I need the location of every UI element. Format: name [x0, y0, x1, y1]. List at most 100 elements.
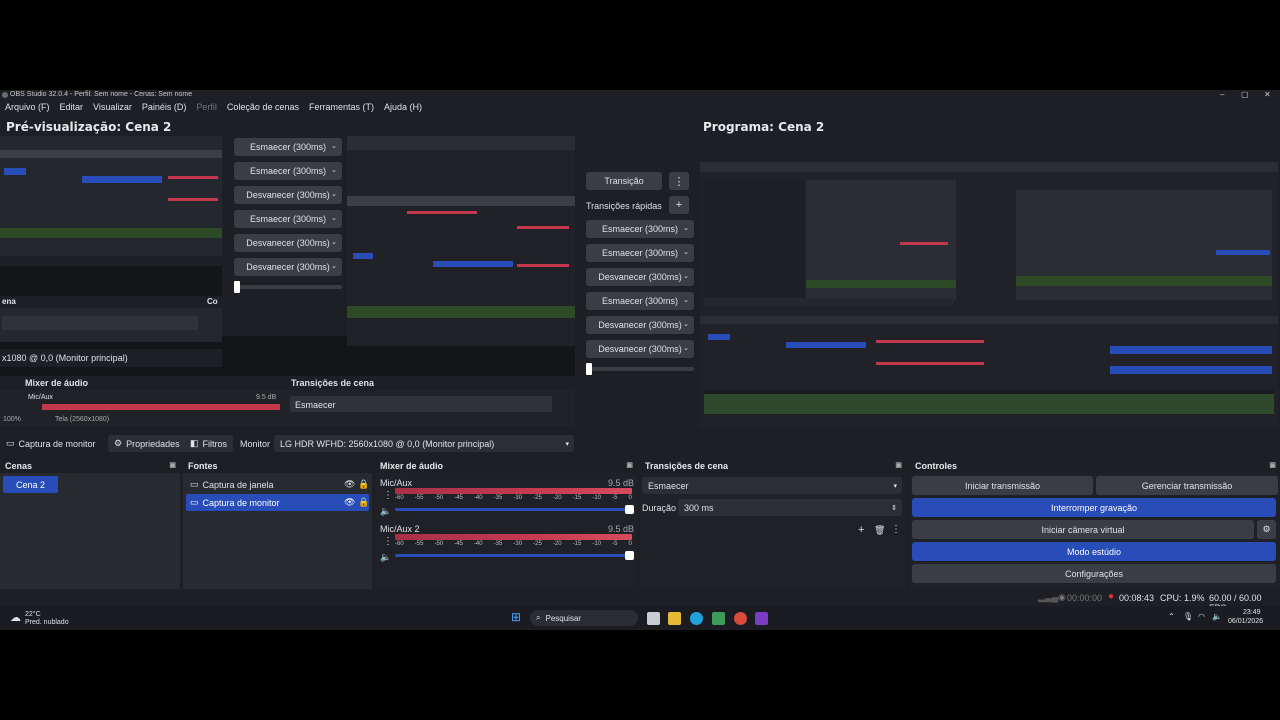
source-item-monitor[interactable]: ▭ Captura de monitor 👁 🔒 — [186, 494, 369, 511]
mixer-header: Mixer de áudio — [380, 460, 444, 471]
menu-edit[interactable]: Editar — [60, 102, 84, 116]
mixer-dock: Mixer de áudio ▣ Mic/Aux 9.5 dB ⋮ 🔈 Mic/A… — [375, 458, 637, 610]
menu-help[interactable]: Ajuda (H) — [384, 102, 422, 116]
maximize-button[interactable]: ▢ — [1241, 90, 1249, 99]
virtual-cam-settings-button[interactable]: ⚙ — [1257, 520, 1276, 539]
float-icon[interactable]: ▣ — [895, 461, 902, 469]
transitions-dock: Transições de cena ▣ Esmaecer ▾ Duração 30… — [640, 458, 906, 590]
obs-app-icon — [2, 92, 8, 98]
quick-transition-1[interactable]: Esmaecer (300ms) ⌄ — [586, 220, 694, 238]
obs-taskbar-icon[interactable] — [755, 612, 768, 625]
menu-bar: Arquivo (F) Editar Visualizar Painéis (D… — [0, 102, 1280, 116]
preview-title: Pré-visualização: Cena 2 — [6, 120, 172, 134]
tbar-slider[interactable] — [586, 363, 694, 375]
manage-stream-button[interactable]: Gerenciar transmissão — [1096, 476, 1278, 495]
scene-item[interactable]: Cena 2 — [3, 476, 58, 493]
menu-profile[interactable]: Perfil — [196, 102, 217, 116]
studio-mode-button[interactable]: Modo estúdio — [912, 542, 1276, 561]
windows-start-icon[interactable]: ⊞ — [511, 610, 521, 624]
add-quick-transition-button[interactable]: + — [669, 196, 689, 214]
source-toolbar: ▭ Captura de monitor ⚙ Propriedades ◧ Fi… — [0, 432, 1280, 454]
clock-date[interactable]: 06/01/2026 — [1228, 618, 1263, 625]
store-icon[interactable] — [712, 612, 725, 625]
properties-button[interactable]: ⚙ Propriedades — [108, 435, 186, 452]
nested-transition-button-4: Esmaecer (300ms) ⌄ — [234, 210, 342, 228]
transition-menu-button[interactable]: ⋮ — [669, 172, 689, 190]
quick-transition-2[interactable]: Esmaecer (300ms) ⌄ — [586, 244, 694, 262]
nested-scenes-header: ena — [2, 297, 16, 306]
menu-tools[interactable]: Ferramentas (T) — [309, 102, 374, 116]
quick-transition-5[interactable]: Desvanecer (300ms) ⌄ — [586, 316, 694, 334]
chevron-down-icon: ▾ — [565, 440, 569, 448]
tray-chevron-icon[interactable]: ⌃ — [1168, 612, 1175, 621]
quick-transition-3[interactable]: Desvanecer (300ms) ⌄ — [586, 268, 694, 286]
chrome-icon[interactable] — [734, 612, 747, 625]
duration-input[interactable]: 300 ms ⇕ — [678, 499, 902, 516]
menu-view[interactable]: Visualizar — [93, 102, 132, 116]
clock-time[interactable]: 23:49 — [1243, 609, 1261, 616]
meter-bar — [395, 488, 632, 494]
quick-transition-6[interactable]: Desvanecer (300ms) ⌄ — [586, 340, 694, 358]
edge-icon[interactable] — [690, 612, 703, 625]
quick-transition-4[interactable]: Esmaecer (300ms) ⌄ — [586, 292, 694, 310]
transition-button[interactable]: Transição — [586, 172, 662, 190]
program-canvas[interactable] — [700, 162, 1278, 428]
lock-icon[interactable]: 🔒 — [358, 479, 369, 490]
more-icon[interactable]: ⋮ — [891, 524, 901, 535]
float-icon[interactable]: ▣ — [169, 461, 176, 469]
menu-scene-collection[interactable]: Coleção de cenas — [227, 102, 299, 116]
chevron-down-icon: ▾ — [893, 482, 897, 490]
trash-icon[interactable]: 🗑 — [874, 525, 885, 536]
menu-docks[interactable]: Painéis (D) — [142, 102, 187, 116]
mic-icon[interactable]: 🎙 — [1183, 612, 1193, 621]
settings-button[interactable]: Configurações — [912, 564, 1276, 583]
search-icon: ⌕ — [536, 613, 541, 622]
more-icon[interactable]: ⋮ — [383, 536, 393, 547]
speaker-icon[interactable]: 🔈 — [380, 506, 391, 517]
task-view-icon[interactable] — [647, 612, 660, 625]
more-icon[interactable]: ⋮ — [383, 490, 393, 501]
weather-desc: Pred. nublado — [25, 619, 69, 626]
menu-file[interactable]: Arquivo (F) — [5, 102, 50, 116]
chevron-down-icon: ⌄ — [683, 321, 689, 328]
filters-button[interactable]: ◧ Filtros — [184, 435, 234, 452]
speaker-icon[interactable]: 🔈 — [380, 552, 391, 563]
start-virtual-cam-button[interactable]: Iniciar câmera virtual — [912, 520, 1254, 539]
transitions-header: Transições de cena — [645, 460, 729, 471]
nested-zoom: 100% — [3, 416, 21, 423]
nested-mixer-header: Mixer de áudio — [25, 378, 89, 388]
weather-icon[interactable]: ☁ — [10, 611, 21, 624]
duration-label: Duração — [642, 503, 677, 513]
nested-co-fragment: Co — [207, 297, 218, 306]
more-icon: ⋮ — [673, 175, 685, 188]
source-item-window[interactable]: ▭ Captura de janela 👁 🔒 — [186, 476, 369, 493]
add-icon[interactable]: + — [858, 524, 864, 536]
mixer-channel-db: 9.5 dB — [608, 524, 635, 534]
float-icon[interactable]: ▣ — [626, 461, 633, 469]
float-icon[interactable]: ▣ — [1269, 461, 1276, 469]
preview-canvas[interactable]: ena Co x1080 @ 0,0 (Monitor principal) M… — [0, 136, 575, 426]
lock-icon[interactable]: 🔒 — [358, 497, 369, 508]
minimize-button[interactable]: – — [1220, 90, 1224, 99]
eye-icon[interactable]: 👁 — [344, 497, 355, 508]
volume-slider[interactable] — [395, 551, 634, 560]
nested-transition-button-6: Desvanecer (300ms) ⌄ — [234, 258, 342, 276]
stop-recording-button[interactable]: Interromper gravação — [912, 498, 1276, 517]
chevron-down-icon: ⌄ — [683, 249, 689, 256]
wifi-icon[interactable]: ◠ — [1198, 612, 1205, 621]
filter-icon: ◧ — [190, 438, 199, 448]
audio-meter-2: -60 -55 -50 -45 -40 -35 -30 -25 -20 -15 -10 -5 0 — [395, 534, 634, 560]
monitor-select[interactable]: LG HDR WFHD: 2560x1080 @ 0,0 (Monitor pr… — [274, 435, 574, 452]
taskbar-search[interactable]: ⌕ Pesquisar — [530, 610, 638, 626]
program-title: Programa: Cena 2 — [703, 120, 825, 134]
eye-icon[interactable]: 👁 — [344, 479, 355, 490]
volume-slider[interactable] — [395, 505, 634, 514]
transition-select[interactable]: Esmaecer ▾ — [642, 477, 902, 494]
stream-time: 00:00:00 — [1067, 593, 1103, 603]
source-name: ▭ Captura de monitor — [6, 438, 96, 449]
sources-dock: Fontes ▭ Captura de janela 👁 🔒 ▭ Captura… — [183, 458, 372, 610]
file-explorer-icon[interactable] — [668, 612, 681, 625]
close-button[interactable]: ✕ — [1264, 90, 1271, 99]
start-stream-button[interactable]: Iniciar transmissão — [912, 476, 1093, 495]
volume-icon[interactable]: 🔈 — [1212, 612, 1222, 621]
